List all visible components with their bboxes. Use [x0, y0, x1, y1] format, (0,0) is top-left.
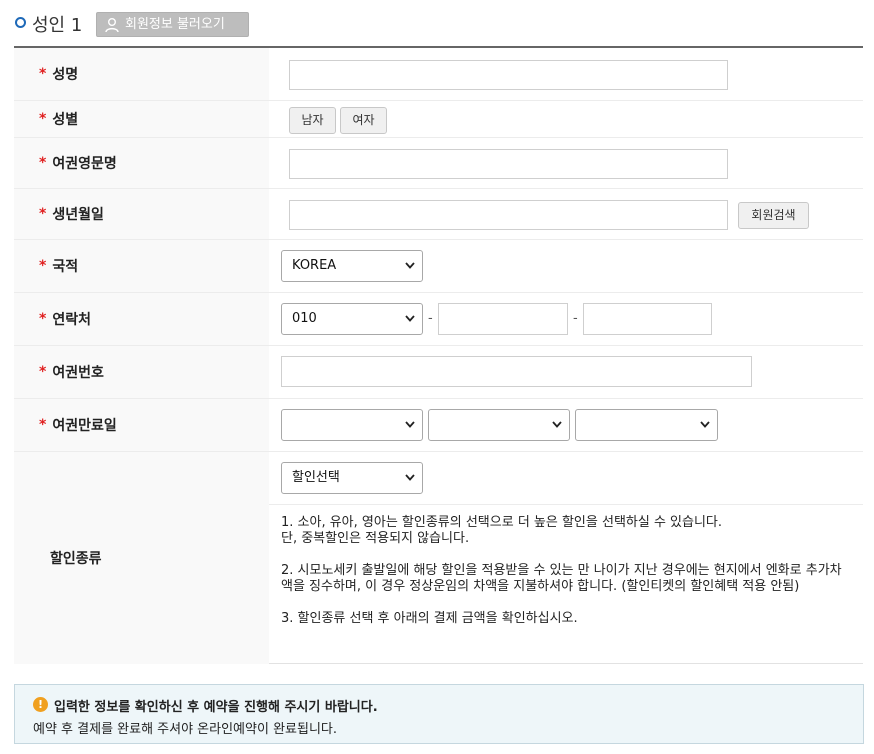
load-member-info-button[interactable]: 회원정보 불러오기 — [96, 12, 249, 37]
passport-expiry-label-text: 여권만료일 — [52, 418, 117, 434]
passport-number-label-text: 여권번호 — [52, 365, 104, 381]
nationality-selected-value: KOREA — [292, 258, 337, 273]
notice-title: 입력한 정보를 확인하신 후 예약을 진행해 주시기 바랍니다. — [54, 700, 378, 715]
nationality-row: * 국적 KOREA — [14, 240, 863, 293]
required-mark: * — [39, 155, 47, 171]
passport-name-label: * 여권영문명 — [14, 138, 269, 188]
member-search-button[interactable]: 회원검색 — [738, 202, 809, 229]
required-mark: * — [39, 417, 47, 433]
chevron-down-icon — [405, 474, 415, 481]
passport-number-input[interactable] — [281, 356, 752, 387]
notice-body: 예약 후 결제를 완료해 주셔야 온라인예약이 완료됩니다. — [33, 722, 338, 737]
discount-divider — [269, 504, 863, 505]
phone-label: * 연락처 — [14, 293, 269, 345]
phone-middle-input[interactable] — [438, 303, 568, 335]
birth-row: * 생년월일 회원검색 — [14, 189, 863, 240]
section-title: 성인 1 — [32, 15, 83, 36]
gender-male-button[interactable]: 남자 — [289, 107, 336, 134]
phone-last-input[interactable] — [583, 303, 712, 335]
discount-select[interactable]: 할인선택 — [281, 462, 423, 494]
passport-expiry-label: * 여권만료일 — [14, 399, 269, 451]
required-mark: * — [39, 311, 47, 327]
gender-row: * 성별 남자 여자 — [14, 101, 863, 138]
name-input[interactable] — [289, 60, 728, 90]
discount-note-3: 3. 할인종류 선택 후 아래의 결제 금액을 확인하십시오. — [281, 611, 578, 626]
birth-label-text: 생년월일 — [52, 207, 104, 223]
discount-note-2: 2. 시모노세키 출발일에 해당 할인을 적용받을 수 있는 만 나이가 지난 … — [281, 563, 842, 594]
discount-label: 할인종류 — [14, 452, 269, 664]
nationality-select[interactable]: KOREA — [281, 250, 423, 282]
passport-english-name-input[interactable] — [289, 149, 728, 179]
person-icon — [105, 18, 119, 33]
gender-female-button[interactable]: 여자 — [340, 107, 387, 134]
phone-label-text: 연락처 — [52, 312, 91, 328]
name-cell — [269, 48, 863, 100]
passport-expiry-year-select[interactable] — [281, 409, 423, 441]
passport-number-cell — [269, 346, 863, 398]
passport-expiry-row: * 여권만료일 — [14, 399, 863, 452]
required-mark: * — [39, 258, 47, 274]
gender-label: * 성별 — [14, 101, 269, 137]
confirmation-notice: ! 입력한 정보를 확인하신 후 예약을 진행해 주시기 바랍니다. 예약 후 … — [14, 684, 864, 744]
discount-note-1: 1. 소아, 유아, 영아는 할인종류의 선택으로 더 높은 할인을 선택하실 … — [281, 515, 723, 530]
nationality-label-text: 국적 — [52, 259, 79, 275]
gender-label-text: 성별 — [52, 112, 79, 128]
passport-name-label-text: 여권영문명 — [52, 156, 117, 172]
passport-expiry-month-select[interactable] — [428, 409, 570, 441]
name-label: * 성명 — [14, 48, 269, 100]
chevron-down-icon — [700, 421, 710, 428]
passport-name-cell — [269, 138, 863, 188]
load-member-info-label: 회원정보 불러오기 — [125, 17, 225, 32]
phone-prefix-select[interactable]: 010 — [281, 303, 423, 335]
passport-number-row: * 여권번호 — [14, 346, 863, 399]
phone-prefix-value: 010 — [292, 311, 317, 326]
required-mark: * — [39, 206, 47, 222]
passport-expiry-day-select[interactable] — [575, 409, 718, 441]
name-row: * 성명 — [14, 48, 863, 101]
required-mark: * — [39, 364, 47, 380]
birth-label: * 생년월일 — [14, 189, 269, 239]
required-mark: * — [39, 66, 47, 82]
required-mark: * — [39, 111, 47, 127]
name-label-text: 성명 — [52, 67, 79, 83]
chevron-down-icon — [405, 421, 415, 428]
warning-icon: ! — [33, 697, 48, 712]
gender-cell: 남자 여자 — [269, 101, 863, 137]
discount-notes: 1. 소아, 유아, 영아는 할인종류의 선택으로 더 높은 할인을 선택하실 … — [281, 515, 851, 627]
discount-note-1b: 단, 중복할인은 적용되지 않습니다. — [281, 531, 470, 546]
passport-number-label: * 여권번호 — [14, 346, 269, 398]
discount-selected-value: 할인선택 — [292, 470, 340, 485]
phone-cell: 010 - - — [269, 293, 863, 345]
chevron-down-icon — [405, 262, 415, 269]
birth-cell: 회원검색 — [269, 189, 863, 239]
phone-separator: - — [573, 311, 578, 326]
phone-separator: - — [428, 311, 433, 326]
nationality-label: * 국적 — [14, 240, 269, 292]
chevron-down-icon — [552, 421, 562, 428]
chevron-down-icon — [405, 315, 415, 322]
phone-row: * 연락처 010 - - — [14, 293, 863, 346]
birthdate-input[interactable] — [289, 200, 728, 230]
passport-name-row: * 여권영문명 — [14, 138, 863, 189]
section-header: 성인 1 회원정보 불러오기 — [0, 0, 874, 48]
passport-expiry-cell — [269, 399, 863, 451]
circle-bullet-icon — [15, 17, 26, 28]
nationality-cell: KOREA — [269, 240, 863, 292]
